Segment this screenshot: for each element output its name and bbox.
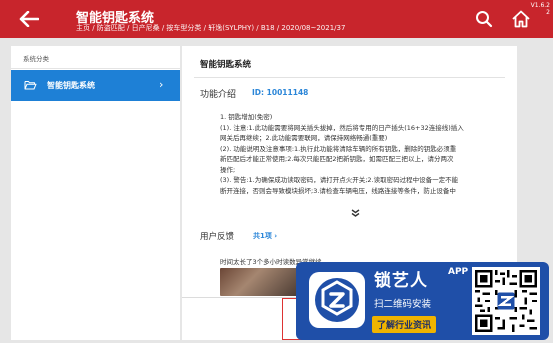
breadcrumb: 主页 / 防盗匹配 / 日产尼桑 / 按车型分类 / 轩逸(SYLPHY) / … [76,24,346,32]
home-icon [512,10,530,28]
sidebar-item-smart-key-system[interactable]: 智能钥匙系统 › [11,70,180,101]
back-button[interactable] [0,0,57,38]
function-id: ID: 10011148 [252,88,309,97]
divider [194,77,505,78]
description-line: (1). 注意:1.此功能需要将网关插头拔掉，然后将专用的日产插头(16+32连… [220,123,464,132]
folder-open-icon [24,81,37,90]
version-line-1: V1.6.2 [530,2,550,9]
sidebar: 系统分类 智能钥匙系统 › [11,46,180,340]
user-feedback-label: 用户反馈 [200,232,235,242]
description-line: 1. 钥匙增加(免密) [220,113,273,121]
function-description: 1. 钥匙增加(免密) (1). 注意:1.此功能需要将网关插头拔掉，然后将专用… [220,112,516,196]
qr-code [472,267,540,335]
divider [11,68,180,69]
feedback-photo[interactable] [220,268,298,296]
search-button[interactable] [474,9,494,29]
ad-banner[interactable]: 锁艺人 APP 扫二维码安装 了解行业资讯 [296,262,549,340]
function-intro-label: 功能介绍 [200,90,237,100]
description-line: 网关后再继续；2.此功能需要联网，请保持网络畅通(重要) [220,134,388,142]
feedback-count-link[interactable]: 共1项 › [253,231,277,241]
ad-info-button[interactable]: 了解行业资讯 [372,316,437,333]
description-line: 断开连接，否则会导致模块损坏;3.请检查车辆电压，线路连接等条件，防止设备中 [220,186,456,195]
ad-app-tag: APP [448,267,469,277]
version-line-2: 2 [546,9,550,16]
section-title: 智能钥匙系统 [200,60,252,70]
version-label: V1.6.2 2 [531,2,550,16]
ad-brand: 锁艺人 [374,271,428,291]
qr-code-icon [475,270,537,332]
app-header: 智能钥匙系统 主页 / 防盗匹配 / 日产尼桑 / 按车型分类 / 轩逸(SYL… [0,0,553,38]
home-button[interactable] [510,8,532,30]
expand-button[interactable] [351,209,360,219]
description-line: (3). 警告:1.为确保成功读取密码，请打开点火开关;2.读取密码过程中设备一… [220,176,459,184]
sidebar-item-label: 智能钥匙系统 [47,81,95,90]
ad-scan-text: 扫二维码安装 [374,299,432,310]
description-line: 操作; [220,165,236,174]
logo-icon [315,278,359,322]
description-line: (2). 功能说明及注意事项:1.执行此功能将清除车辆的所有钥匙，删除的钥匙必须… [220,144,457,153]
sidebar-category-label: 系统分类 [23,55,49,63]
app-logo [309,272,365,328]
arrow-left-icon [19,11,39,27]
chevron-right-icon: › [159,78,164,91]
description-line: 新匹配后才能正常使用;2.每次只能匹配2把新钥匙，如需匹配三把以上，请分两次 [220,155,454,163]
double-chevron-down-icon [351,209,360,217]
search-icon [476,11,493,28]
